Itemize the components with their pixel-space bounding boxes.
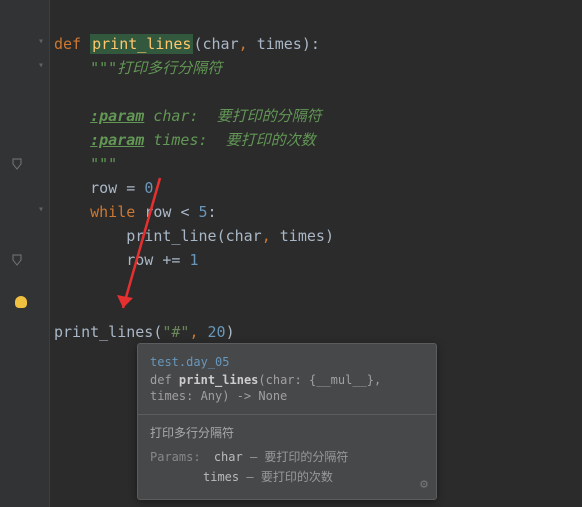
popup-signature: test.day_05 def print_lines(char: {__mul… [138, 344, 436, 415]
popup-description: 打印多行分隔符 [150, 425, 424, 441]
call-print-line: print_line [126, 227, 216, 245]
doc-param-tag: :param [90, 107, 144, 125]
keyword-def: def [54, 35, 81, 53]
fold-icon[interactable]: ▾ [38, 60, 48, 70]
call-print-lines: print_lines [54, 323, 153, 341]
quick-doc-popup: test.day_05 def print_lines(char: {__mul… [137, 343, 437, 500]
fold-icon[interactable]: ▾ [38, 36, 48, 46]
gear-icon[interactable]: ⚙ [420, 477, 428, 493]
keyword-while: while [90, 203, 135, 221]
fold-icon[interactable]: ▾ [38, 204, 48, 214]
doc-param-tag: :param [90, 131, 144, 149]
docstring: """打印多行分隔符 [90, 59, 222, 77]
popup-body: 打印多行分隔符 Params: char – 要打印的分隔符 times – 要… [138, 415, 436, 499]
intention-bulb-icon[interactable] [15, 296, 27, 308]
popup-params-label: Params: [150, 450, 201, 464]
line-marker-icon [10, 157, 24, 171]
popup-module: test.day_05 [150, 354, 424, 370]
function-name: print_lines [90, 34, 193, 54]
line-marker-icon [10, 253, 24, 267]
gutter: ▾ ▾ ▾ [0, 0, 50, 507]
